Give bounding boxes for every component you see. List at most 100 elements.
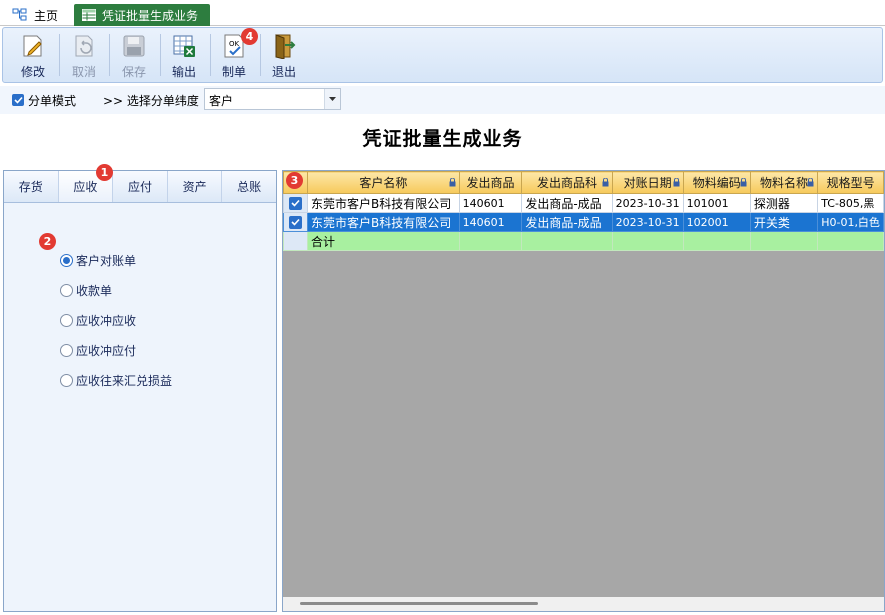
radio-receipt[interactable]: 收款单: [60, 282, 112, 299]
tab-voucher-batch[interactable]: 凭证批量生成业务: [74, 4, 210, 26]
col-header-material-name[interactable]: 物料名称: [749, 171, 819, 194]
make-voucher-label: 制单: [221, 65, 246, 79]
split-mode-checkbox[interactable]: [12, 94, 24, 106]
cell-material-name[interactable]: 开关类: [749, 212, 819, 232]
summary-blank-cell: [283, 231, 309, 251]
undo-icon: [75, 35, 93, 57]
tab-general-ledger[interactable]: 总账: [222, 171, 276, 202]
data-table: 客户名称 发出商品 发出商品科 对账日期 物料编码 物料名称 规格型号 东莞市客…: [283, 171, 884, 251]
exit-button[interactable]: 退出: [262, 32, 306, 80]
scrollbar-thumb[interactable]: [300, 602, 538, 605]
edit-icon: [23, 35, 42, 57]
voucher-grid: 客户名称 发出商品 发出商品科 对账日期 物料编码 物料名称 规格型号 东莞市客…: [282, 170, 885, 612]
toolbar: 修改 取消 保存 输出 OK 制单 退出: [2, 27, 883, 83]
module-tabs: 存货 应收 应付 资产 总账: [4, 171, 276, 203]
col-header-spec-model[interactable]: 规格型号: [817, 171, 884, 194]
lock-icon: [449, 178, 456, 187]
dimension-label: >> 选择分单纬度: [103, 94, 199, 108]
cell-goods-issued[interactable]: 140601: [458, 193, 523, 213]
radio-icon: [60, 314, 73, 327]
radio-label: 应收往来汇兑损益: [76, 374, 173, 388]
horizontal-scrollbar[interactable]: [283, 597, 884, 611]
badge-1: 1: [96, 164, 113, 181]
lock-icon: [602, 178, 609, 187]
tab-home[interactable]: 主页: [4, 4, 66, 26]
cell-statement-date[interactable]: 2023-10-31: [611, 212, 684, 232]
lock-icon: [740, 178, 747, 187]
dimension-dropdown-button[interactable]: [324, 89, 340, 109]
tab-payable[interactable]: 应付: [113, 171, 168, 202]
check-icon: [291, 218, 300, 226]
summary-row: 合计: [283, 231, 884, 251]
table-row[interactable]: 东莞市客户B科技有限公司 140601 发出商品-成品 2023-10-31 1…: [283, 193, 884, 213]
radio-ar-fx-gain-loss[interactable]: 应收往来汇兑损益: [60, 372, 172, 389]
modify-label: 修改: [20, 65, 45, 79]
row-checkbox-cell[interactable]: [283, 193, 309, 213]
tab-assets[interactable]: 资产: [168, 171, 223, 202]
save-label: 保存: [121, 65, 146, 79]
radio-label: 应收冲应收: [76, 314, 137, 328]
row-checkbox[interactable]: [289, 196, 303, 210]
export-button[interactable]: 输出: [162, 32, 206, 80]
radio-label: 客户对账单: [76, 254, 137, 268]
row-checkbox[interactable]: [289, 215, 303, 229]
options-row: 分单模式 >> 选择分单纬度: [0, 86, 885, 114]
lock-icon: [807, 178, 814, 187]
home-tree-icon: [12, 8, 27, 21]
col-header-goods-issued[interactable]: 发出商品: [458, 171, 523, 194]
export-label: 输出: [171, 65, 196, 79]
badge-3: 3: [286, 172, 303, 189]
col-header-material-code[interactable]: 物料编码: [682, 171, 751, 194]
cell-goods-issued-account[interactable]: 发出商品-成品: [521, 193, 613, 213]
col-header-customer-name[interactable]: 客户名称: [307, 171, 460, 194]
cell-statement-date[interactable]: 2023-10-31: [611, 193, 684, 213]
radio-customer-statement[interactable]: 客户对账单: [60, 252, 136, 269]
cancel-label: 取消: [71, 65, 96, 79]
col-header-goods-issued-account[interactable]: 发出商品科: [521, 171, 613, 194]
cancel-button[interactable]: 取消: [62, 32, 106, 80]
modify-button[interactable]: 修改: [11, 32, 55, 80]
save-icon: [123, 35, 145, 57]
cell-customer-name[interactable]: 东莞市客户B科技有限公司: [307, 193, 460, 213]
cell-spec-model[interactable]: TC-805,黑: [817, 193, 884, 213]
tab-inventory[interactable]: 存货: [4, 171, 59, 202]
lock-icon: [673, 178, 680, 187]
exit-label: 退出: [271, 65, 296, 79]
tab-active-label: 凭证批量生成业务: [102, 8, 199, 23]
cell-material-code[interactable]: 101001: [682, 193, 751, 213]
cell-material-name[interactable]: 探测器: [749, 193, 819, 213]
excel-export-icon: [173, 35, 195, 57]
cell-goods-issued-account[interactable]: 发出商品-成品: [521, 212, 613, 232]
dimension-select[interactable]: 客户: [204, 88, 341, 110]
cell-spec-model[interactable]: H0-01,白色: [817, 212, 884, 232]
badge-2: 2: [39, 233, 56, 250]
radio-ar-offset-ar[interactable]: 应收冲应收: [60, 312, 136, 329]
radio-icon: [60, 374, 73, 387]
radio-label: 收款单: [76, 284, 113, 298]
save-button[interactable]: 保存: [112, 32, 156, 80]
table-row-selected[interactable]: 东莞市客户B科技有限公司 140601 发出商品-成品 2023-10-31 1…: [283, 212, 884, 232]
chevron-down-icon: [329, 97, 336, 101]
radio-label: 应收冲应付: [76, 344, 137, 358]
page-title: 凭证批量生成业务: [362, 128, 523, 150]
exit-door-icon: [275, 34, 296, 59]
radio-icon: [60, 344, 73, 357]
check-icon: [291, 199, 300, 207]
cell-goods-issued[interactable]: 140601: [458, 212, 523, 232]
row-checkbox-cell[interactable]: [283, 212, 309, 232]
tab-home-label: 主页: [34, 8, 59, 23]
summary-label: 合计: [307, 231, 460, 251]
svg-text:OK: OK: [229, 40, 240, 48]
cell-customer-name[interactable]: 东莞市客户B科技有限公司: [307, 212, 460, 232]
split-mode-label: 分单模式: [28, 94, 77, 108]
cell-material-code[interactable]: 102001: [682, 212, 751, 232]
radio-ar-offset-ap[interactable]: 应收冲应付: [60, 342, 136, 359]
tab-strip: 主页 凭证批量生成业务: [0, 0, 885, 26]
table-icon: [82, 9, 96, 21]
radio-icon: [60, 284, 73, 297]
badge-4: 4: [241, 28, 258, 45]
col-header-statement-date[interactable]: 对账日期: [611, 171, 684, 194]
check-icon: [13, 96, 23, 104]
radio-selected-icon: [60, 254, 73, 267]
dimension-select-value: 客户: [209, 94, 234, 108]
